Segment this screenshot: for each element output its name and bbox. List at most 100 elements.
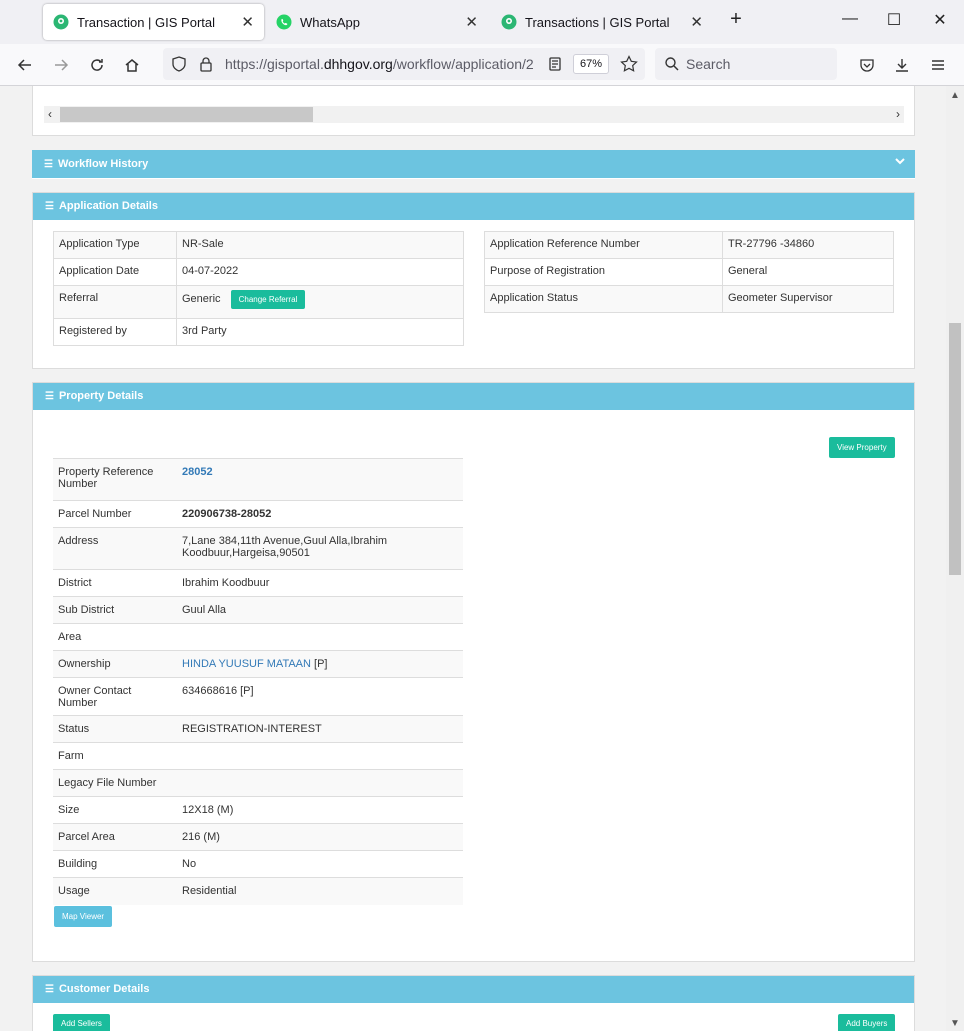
zoom-level[interactable]: 67% [573,54,609,74]
value-sub-district: Guul Alla [177,596,463,624]
navigation-bar: https://gisportal.dhhgov.org/workflow/ap… [0,44,964,86]
minimize-icon[interactable]: — [840,10,860,28]
referral-cell: Generic Change Referral [176,285,464,319]
value-application-date: 04-07-2022 [176,258,464,286]
shield-icon[interactable] [169,54,189,74]
tab-title: Transaction | GIS Portal [77,14,216,30]
maximize-icon[interactable]: ☐ [884,10,904,30]
change-referral-button[interactable]: Change Referral [230,290,306,309]
add-sellers-button[interactable]: Add Sellers [53,1014,110,1031]
property-details-title: Property Details [58,390,144,402]
property-details-header: ☰ Property Details [33,383,914,410]
value-area [177,623,463,651]
label-address: Address [53,527,177,570]
application-right-table: Application Reference Number TR-27796 -3… [484,231,894,313]
url-text[interactable]: https://gisportal.dhhgov.org/workflow/ap… [225,56,545,72]
forward-icon[interactable] [51,55,71,75]
back-icon[interactable] [15,55,35,75]
tab-whatsapp[interactable]: WhatsApp ✕ [266,4,488,40]
scroll-up-icon[interactable]: ▲ [950,90,960,101]
value-application-reference: TR-27796 -34860 [722,231,894,259]
close-tab-icon[interactable]: ✕ [465,13,478,31]
workflow-history-header[interactable]: ☰ Workflow History [32,150,915,178]
bookmark-star-icon[interactable] [619,54,639,74]
application-details-title: Application Details [58,200,158,212]
customer-details-header: ☰ Customer Details [33,976,914,1003]
map-viewer-button[interactable]: Map Viewer [54,906,113,927]
label-property-reference: Property Reference Number [53,458,177,501]
list-icon: ☰ [45,984,54,995]
close-window-icon[interactable]: ✕ [930,10,950,30]
label-application-status: Application Status [484,285,723,313]
new-tab-icon[interactable]: + [726,8,746,31]
value-farm [177,742,463,770]
scroll-left-icon[interactable]: ‹ [48,107,52,121]
url-prefix: https://gisportal. [225,56,324,72]
pocket-icon[interactable] [857,55,877,75]
label-building: Building [53,850,177,878]
application-details-panel: ☰ Application Details Application Type N… [32,192,915,369]
value-address: 7,Lane 384,11th Avenue,Guul Alla,Ibrahim… [177,527,463,570]
value-application-status: Geometer Supervisor [722,285,894,313]
value-status: REGISTRATION-INTEREST [177,715,463,743]
horizontal-scroll-thumb[interactable] [60,107,313,122]
view-property-button[interactable]: View Property [829,437,895,458]
label-application-reference: Application Reference Number [484,231,723,259]
label-district: District [53,569,177,597]
chevron-down-icon[interactable] [895,156,905,168]
tab-transaction[interactable]: Transaction | GIS Portal ✕ [43,4,264,40]
workflow-history-panel[interactable]: ☰ Workflow History [32,150,915,179]
horizontal-scrollbar[interactable]: ‹ › [44,106,904,123]
search-icon [662,54,682,74]
value-registered-by: 3rd Party [176,318,464,346]
close-tab-icon[interactable]: ✕ [241,13,254,31]
vertical-scrollbar[interactable]: ▲ ▼ [946,86,964,1031]
value-property-reference-link[interactable]: 28052 [177,458,463,501]
downloads-icon[interactable] [892,55,912,75]
label-registered-by: Registered by [53,318,177,346]
label-legacy-file-number: Legacy File Number [53,769,177,797]
search-bar[interactable]: Search [655,48,837,80]
vertical-scroll-thumb[interactable] [949,323,961,575]
property-details-panel: ☰ Property Details View Property Propert… [32,382,915,962]
reload-icon[interactable] [87,55,107,75]
value-district: Ibrahim Koodbuur [177,569,463,597]
ownership-cell: HINDA YUUSUF MATAAN [P] [177,650,463,678]
scroll-right-icon[interactable]: › [896,107,900,121]
previous-card: ‹ › [32,86,915,136]
menu-icon[interactable] [928,55,948,75]
gis-portal-favicon-icon [501,14,517,30]
application-details-header: ☰ Application Details [33,193,914,220]
label-application-type: Application Type [53,231,177,259]
reader-view-icon[interactable] [545,54,565,74]
list-icon: ☰ [44,158,53,170]
label-parcel-number: Parcel Number [53,500,177,528]
value-usage: Residential [177,877,463,905]
value-parcel-number: 220906738-28052 [177,500,463,528]
label-owner-contact: Owner Contact Number [53,677,177,716]
url-path: /workflow/application/2 [392,56,534,72]
search-placeholder: Search [686,56,731,72]
label-application-date: Application Date [53,258,177,286]
value-size: 12X18 (M) [177,796,463,824]
value-building: No [177,850,463,878]
home-icon[interactable] [122,55,142,75]
tab-transactions[interactable]: Transactions | GIS Portal ✕ [491,4,713,40]
close-tab-icon[interactable]: ✕ [690,13,703,31]
owner-name-link[interactable]: HINDA YUUSUF MATAAN [182,658,311,670]
list-icon: ☰ [45,391,54,402]
application-left-table: Application Type NR-Sale Application Dat… [53,231,464,346]
whatsapp-icon [276,14,292,30]
label-ownership: Ownership [53,650,177,678]
label-referral: Referral [53,285,177,319]
scroll-down-icon[interactable]: ▼ [950,1018,960,1029]
label-area: Area [53,623,177,651]
list-icon: ☰ [45,201,54,212]
add-buyers-button[interactable]: Add Buyers [838,1014,896,1031]
label-farm: Farm [53,742,177,770]
tab-bar: Transaction | GIS Portal ✕ WhatsApp ✕ Tr… [0,0,964,44]
url-bar[interactable]: https://gisportal.dhhgov.org/workflow/ap… [163,48,645,80]
label-parcel-area: Parcel Area [53,823,177,851]
lock-icon[interactable] [196,54,216,74]
gis-portal-favicon-icon [53,14,69,30]
